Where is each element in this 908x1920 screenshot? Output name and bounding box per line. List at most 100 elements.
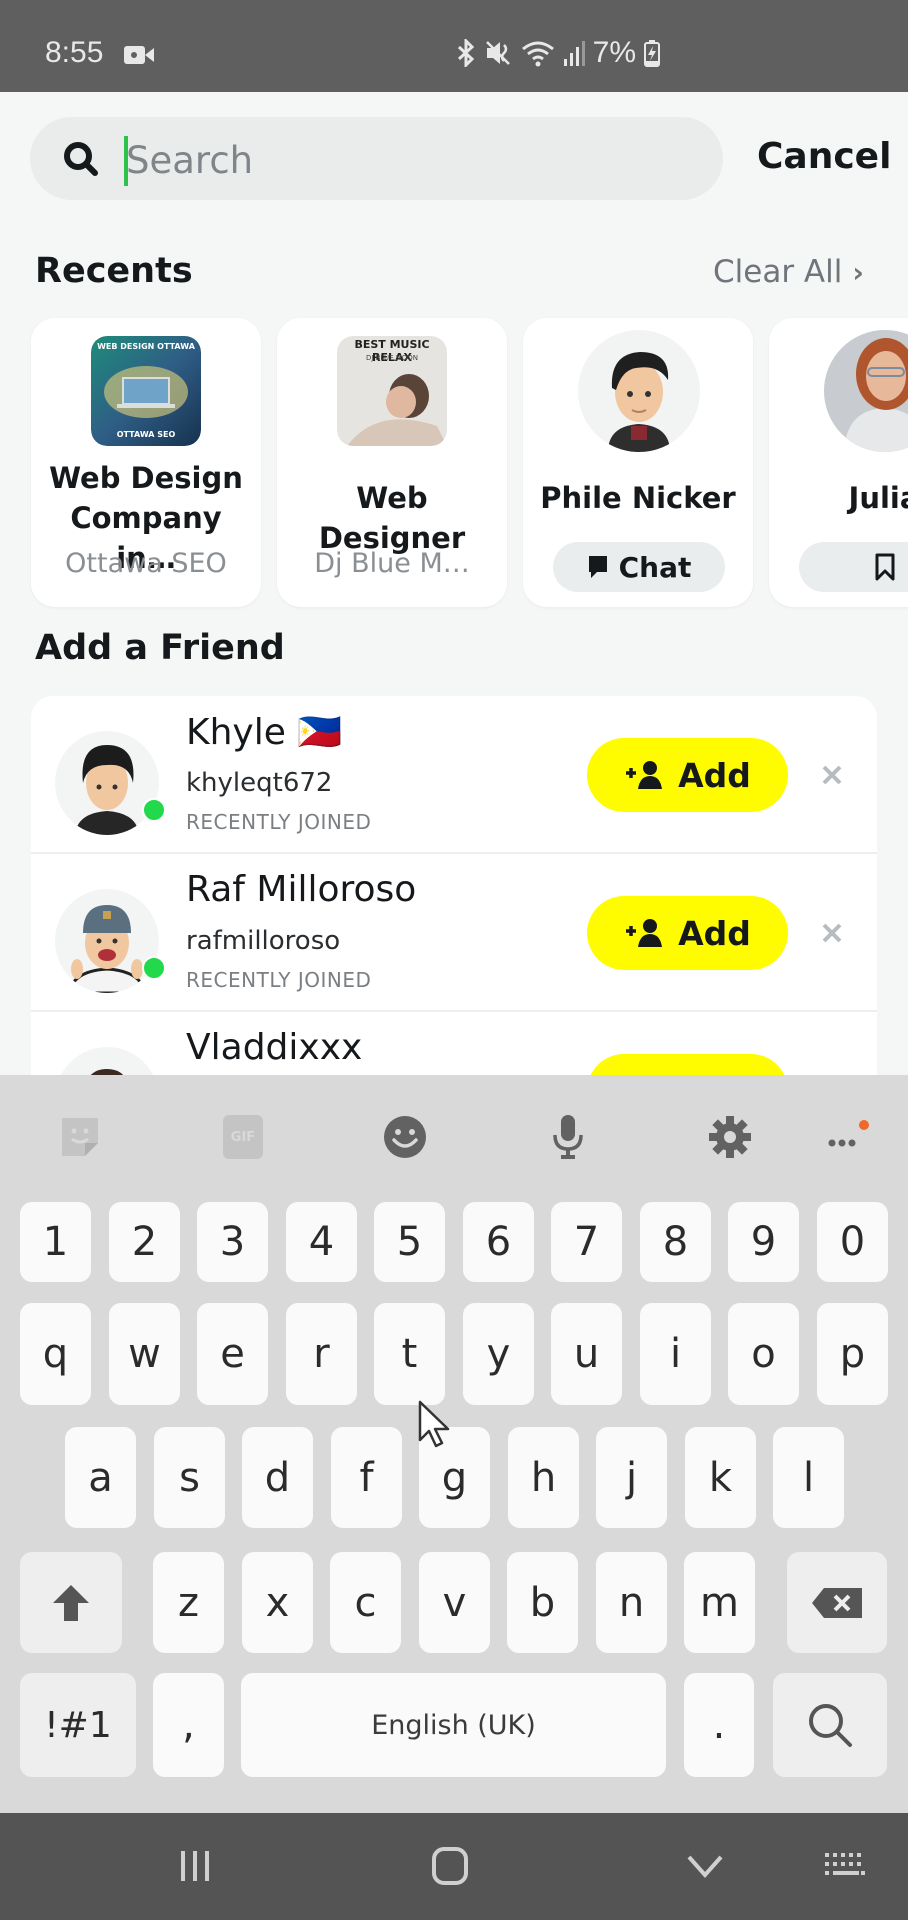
navigation-bar bbox=[0, 1813, 908, 1920]
key-2[interactable]: 2 bbox=[109, 1202, 180, 1282]
key-m[interactable]: m bbox=[684, 1552, 755, 1653]
key-v[interactable]: v bbox=[419, 1552, 490, 1653]
sticker-button[interactable] bbox=[55, 1112, 105, 1162]
backspace-key[interactable] bbox=[787, 1552, 887, 1653]
emoji-button[interactable] bbox=[380, 1112, 430, 1162]
key-r[interactable]: r bbox=[286, 1303, 357, 1405]
key-label: 3 bbox=[219, 1219, 246, 1265]
key-n[interactable]: n bbox=[596, 1552, 667, 1653]
key-6[interactable]: 6 bbox=[463, 1202, 534, 1282]
recent-card[interactable]: Julia bbox=[769, 318, 908, 607]
key-7[interactable]: 7 bbox=[551, 1202, 622, 1282]
add-friend-button[interactable]: Add bbox=[587, 738, 788, 812]
friend-row[interactable]: Raf Milloroso rafmilloroso RECENTLY JOIN… bbox=[31, 854, 877, 1012]
home-button[interactable] bbox=[420, 1841, 480, 1891]
key-e[interactable]: e bbox=[197, 1303, 268, 1405]
key-label: 7 bbox=[573, 1219, 600, 1265]
key-h[interactable]: h bbox=[508, 1427, 579, 1528]
key-s[interactable]: s bbox=[154, 1427, 225, 1528]
clear-all-button[interactable]: Clear All › bbox=[713, 254, 864, 290]
shift-key[interactable] bbox=[20, 1552, 122, 1653]
chat-button[interactable]: Chat bbox=[553, 542, 725, 592]
key-p[interactable]: p bbox=[817, 1303, 888, 1405]
bitmoji-avatar bbox=[55, 889, 159, 993]
key-label: q bbox=[42, 1331, 69, 1377]
chat-bubble-icon bbox=[588, 556, 607, 578]
voice-input-button[interactable] bbox=[543, 1112, 593, 1162]
key-d[interactable]: d bbox=[242, 1427, 313, 1528]
dismiss-suggestion-button[interactable] bbox=[817, 912, 847, 952]
save-button[interactable] bbox=[799, 542, 908, 592]
key-label: k bbox=[708, 1454, 733, 1501]
friend-suggestions-list: Khyle 🇵🇭 khyleqt672 RECENTLY JOINED Add bbox=[31, 696, 877, 1116]
key-u[interactable]: u bbox=[551, 1303, 622, 1405]
recent-card[interactable]: WEB DESIGN OTTAWA OTTAWA SEO Web Design … bbox=[31, 318, 261, 607]
dismiss-suggestion-button[interactable] bbox=[817, 754, 847, 794]
gif-button[interactable]: GIF bbox=[218, 1112, 268, 1162]
key-label: z bbox=[178, 1579, 199, 1626]
key-4[interactable]: 4 bbox=[286, 1202, 357, 1282]
more-options-button[interactable] bbox=[823, 1112, 873, 1162]
key-label: c bbox=[354, 1579, 377, 1626]
recent-apps-button[interactable] bbox=[165, 1841, 225, 1891]
key-label: w bbox=[128, 1331, 161, 1377]
key-i[interactable]: i bbox=[640, 1303, 711, 1405]
close-icon bbox=[822, 923, 842, 943]
key-label: i bbox=[669, 1331, 682, 1377]
microphone-icon bbox=[553, 1115, 583, 1159]
key-f[interactable]: f bbox=[331, 1427, 402, 1528]
period-key-label: . bbox=[712, 1702, 726, 1748]
key-x[interactable]: x bbox=[242, 1552, 313, 1653]
recent-card[interactable]: Phile Nicker Chat bbox=[523, 318, 753, 607]
cancel-button[interactable]: Cancel bbox=[757, 136, 891, 177]
key-label: o bbox=[751, 1331, 776, 1377]
recent-subtitle: Dj Blue M… bbox=[314, 548, 470, 579]
period-key[interactable]: . bbox=[684, 1673, 754, 1777]
key-3[interactable]: 3 bbox=[197, 1202, 268, 1282]
key-z[interactable]: z bbox=[153, 1552, 224, 1653]
key-0[interactable]: 0 bbox=[817, 1202, 888, 1282]
key-label: r bbox=[313, 1331, 330, 1377]
key-k[interactable]: k bbox=[685, 1427, 756, 1528]
key-t[interactable]: t bbox=[374, 1303, 445, 1405]
hide-keyboard-button[interactable] bbox=[675, 1841, 735, 1891]
key-l[interactable]: l bbox=[773, 1427, 844, 1528]
key-a[interactable]: a bbox=[65, 1427, 136, 1528]
key-j[interactable]: j bbox=[596, 1427, 667, 1528]
keyboard-settings-button[interactable] bbox=[705, 1112, 755, 1162]
key-9[interactable]: 9 bbox=[728, 1202, 799, 1282]
key-b[interactable]: b bbox=[507, 1552, 578, 1653]
online-status-dot bbox=[142, 956, 166, 980]
gif-label: GIF bbox=[230, 1129, 256, 1145]
key-y[interactable]: y bbox=[463, 1303, 534, 1405]
add-button-label: Add bbox=[678, 755, 751, 795]
key-8[interactable]: 8 bbox=[640, 1202, 711, 1282]
search-icon bbox=[809, 1704, 852, 1747]
backspace-icon bbox=[812, 1587, 862, 1618]
key-label: e bbox=[220, 1331, 245, 1377]
key-c[interactable]: c bbox=[330, 1552, 401, 1653]
comma-key-label: , bbox=[182, 1702, 195, 1748]
status-bar: 8:55 7% bbox=[0, 0, 908, 92]
recent-card[interactable]: BEST MUSIC RELAX DJ BLUE MOON Web Design… bbox=[277, 318, 507, 607]
key-q[interactable]: q bbox=[20, 1303, 91, 1405]
keyboard-switch-button[interactable] bbox=[815, 1841, 875, 1891]
comma-key[interactable]: , bbox=[153, 1673, 224, 1777]
key-label: 4 bbox=[308, 1219, 335, 1265]
symbols-key[interactable]: !#1 bbox=[20, 1673, 136, 1777]
key-label: g bbox=[441, 1454, 468, 1501]
add-user-icon bbox=[626, 761, 663, 789]
friend-name: Raf Milloroso bbox=[186, 869, 417, 910]
recent-name-line1: Web Design bbox=[49, 461, 243, 495]
search-key[interactable] bbox=[773, 1673, 887, 1777]
key-w[interactable]: w bbox=[109, 1303, 180, 1405]
space-key[interactable]: English (UK) bbox=[241, 1673, 666, 1777]
search-input[interactable] bbox=[124, 132, 704, 188]
key-label: 9 bbox=[750, 1219, 777, 1265]
key-1[interactable]: 1 bbox=[20, 1202, 91, 1282]
friend-row[interactable]: Khyle 🇵🇭 khyleqt672 RECENTLY JOINED Add bbox=[31, 696, 877, 854]
add-friend-button[interactable]: Add bbox=[587, 896, 788, 970]
key-o[interactable]: o bbox=[728, 1303, 799, 1405]
key-5[interactable]: 5 bbox=[374, 1202, 445, 1282]
key-label: t bbox=[401, 1331, 418, 1377]
